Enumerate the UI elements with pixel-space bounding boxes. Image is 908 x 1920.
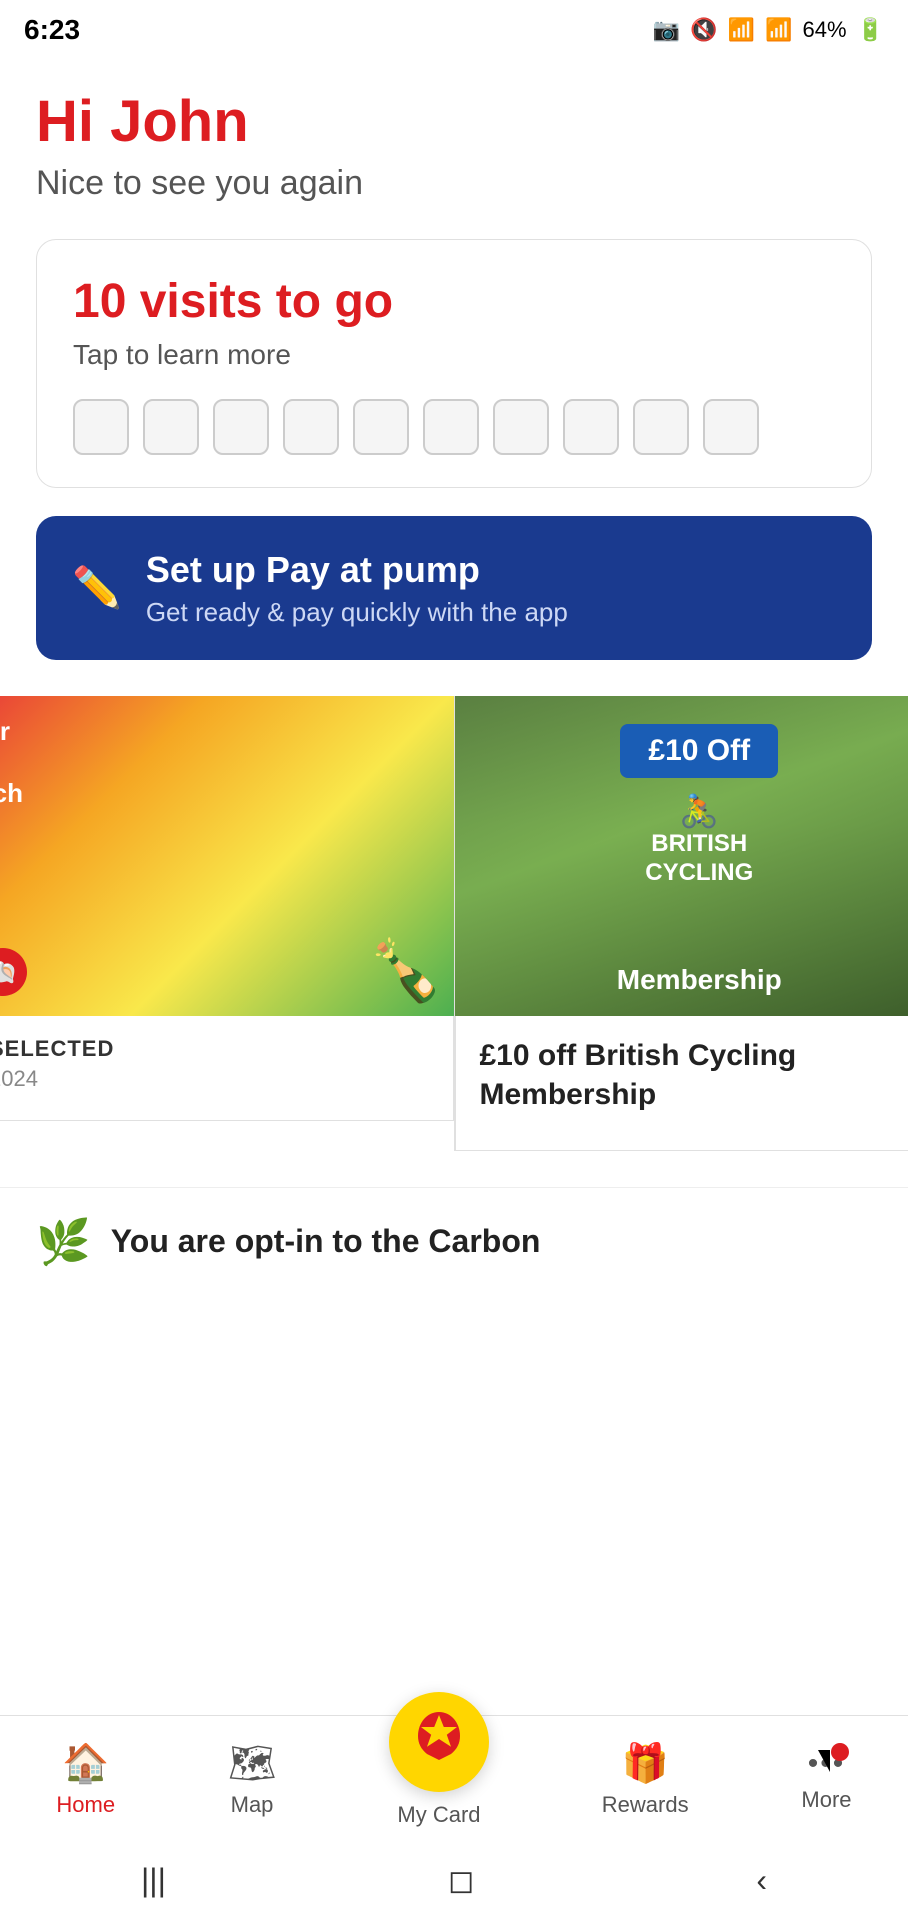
shell-badge: 🐚: [0, 947, 28, 1002]
rewards-icon: 🎁: [622, 1742, 669, 1786]
visit-dot: [283, 399, 339, 455]
main-content: Hi John Nice to see you again 10 visits …: [0, 60, 908, 660]
offer-left-image: or3tch 🍾 🐚: [0, 696, 454, 1016]
offer-left-body: SELECTED 2024: [0, 1016, 454, 1121]
visit-dot: [633, 399, 689, 455]
greeting-name: Hi John: [36, 90, 872, 154]
cycling-logo: 🚴 BRITISHCYCLING: [645, 792, 753, 888]
visits-dots: [73, 399, 835, 455]
android-nav: ||| ◻ ‹: [0, 1840, 908, 1920]
carbon-text: You are opt-in to the Carbon: [111, 1223, 541, 1260]
visit-dot: [423, 399, 479, 455]
bottles-icon: 🍾: [369, 935, 444, 1006]
nav-mycard[interactable]: My Card: [389, 1732, 489, 1828]
offer-left-overlay: or3tch: [0, 716, 23, 810]
home-icon: 🏠: [62, 1742, 109, 1786]
greeting-subtitle: Nice to see you again: [36, 164, 872, 203]
nav-mycard-label: My Card: [397, 1802, 480, 1828]
pump-icon: ✏️: [72, 564, 122, 611]
nav-more[interactable]: ••• More: [801, 1747, 851, 1813]
pump-title: Set up Pay at pump: [146, 548, 568, 591]
signal-icon: 📶: [765, 17, 792, 43]
offer-left-date: 2024: [0, 1066, 429, 1092]
android-home-btn[interactable]: ◻: [448, 1861, 475, 1899]
offers-row: or3tch 🍾 🐚 SELECTED 2024 £10 Off: [0, 696, 908, 1151]
offer-right-image: £10 Off 🚴 BRITISHCYCLING Membership: [455, 696, 908, 1016]
nav-rewards-label: Rewards: [602, 1792, 689, 1818]
android-menu-btn[interactable]: |||: [141, 1862, 166, 1899]
status-bar: 6:23 📷 🔇 📶 📶 64% 🔋: [0, 0, 908, 60]
carbon-section: 🌿 You are opt-in to the Carbon: [0, 1187, 908, 1296]
mycard-button[interactable]: [389, 1692, 489, 1792]
status-time: 6:23: [24, 14, 80, 46]
offer-right-title: £10 off British Cycling Membership: [480, 1036, 908, 1114]
visit-dot: [703, 399, 759, 455]
visit-dot: [213, 399, 269, 455]
nav-home[interactable]: 🏠 Home: [56, 1742, 115, 1818]
bluetooth-icon: 📷: [653, 17, 680, 43]
status-icons: 📷 🔇 📶 📶 64% 🔋: [653, 17, 884, 43]
discount-label: £10 Off: [620, 724, 778, 778]
offer-left-label: SELECTED: [0, 1036, 429, 1062]
nav-rewards[interactable]: 🎁 Rewards: [602, 1742, 689, 1818]
shell-logo-icon: [409, 1706, 469, 1779]
visit-dot: [143, 399, 199, 455]
battery-level: 64%: [803, 17, 847, 43]
membership-label: Membership: [617, 964, 782, 996]
pay-pump-banner[interactable]: ✏️ Set up Pay at pump Get ready & pay qu…: [36, 516, 872, 660]
pump-subtitle: Get ready & pay quickly with the app: [146, 597, 568, 628]
wifi-icon: 📶: [728, 17, 755, 43]
visits-title: 10 visits to go: [73, 276, 835, 329]
more-badge: [831, 1743, 849, 1761]
offer-card-left[interactable]: or3tch 🍾 🐚 SELECTED 2024: [0, 696, 455, 1151]
visit-dot: [353, 399, 409, 455]
pump-text-block: Set up Pay at pump Get ready & pay quick…: [146, 548, 568, 628]
visit-dot: [493, 399, 549, 455]
svg-text:🐚: 🐚: [0, 958, 18, 985]
android-back-btn[interactable]: ‹: [756, 1862, 767, 1899]
visits-card[interactable]: 10 visits to go Tap to learn more: [36, 239, 872, 488]
leaf-icon: 🌿: [36, 1216, 91, 1268]
nav-map[interactable]: 🗺 Map: [228, 1742, 276, 1818]
nav-map-label: Map: [231, 1792, 274, 1818]
visit-dot: [563, 399, 619, 455]
volume-icon: 🔇: [690, 17, 717, 43]
offer-right-body: £10 off British Cycling Membership: [455, 1016, 908, 1151]
offer-card-right[interactable]: £10 Off 🚴 BRITISHCYCLING Membership £10 …: [455, 696, 908, 1151]
visit-dot: [73, 399, 129, 455]
map-icon: 🗺: [228, 1742, 276, 1786]
nav-more-label: More: [801, 1787, 851, 1813]
battery-icon: 🔋: [857, 17, 884, 43]
visits-subtitle: Tap to learn more: [73, 339, 835, 371]
nav-home-label: Home: [56, 1792, 115, 1818]
bottom-nav: 🏠 Home 🗺 Map My Card 🎁 Rewards •••: [0, 1715, 908, 1840]
